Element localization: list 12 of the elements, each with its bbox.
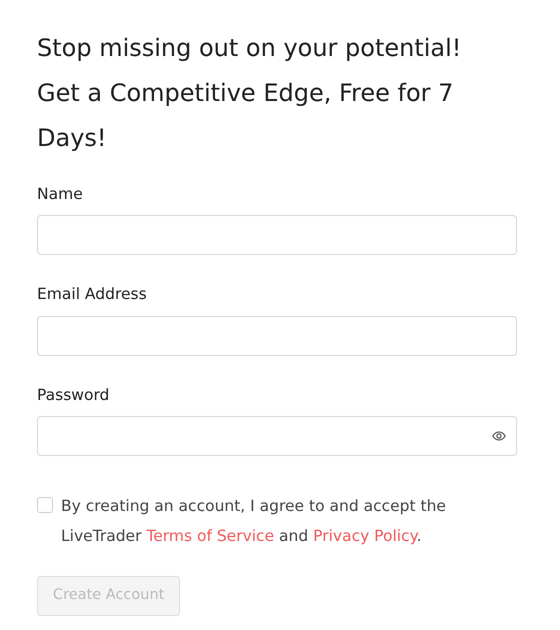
link[interactable]: Privacy Policy	[313, 526, 417, 545]
checkbox[interactable]	[37, 496, 53, 513]
field-label: Password	[37, 384, 110, 406]
field-label: Email Address	[37, 284, 148, 306]
field-label: Name	[37, 184, 84, 205]
heading: Stop missing out on your potential! Get a Competitive Edge, Free for 7 Days!	[37, 33, 462, 154]
link[interactable]: Terms of Service	[146, 526, 274, 545]
input-field[interactable]	[37, 316, 517, 356]
input-field[interactable]	[37, 215, 517, 256]
agreement-text: By creating an account, I agree to and accept the LiveTrader Terms of Service and Privacy Policy.	[61, 496, 447, 547]
eye-icon[interactable]	[492, 428, 506, 443]
password-field[interactable]	[37, 416, 517, 456]
